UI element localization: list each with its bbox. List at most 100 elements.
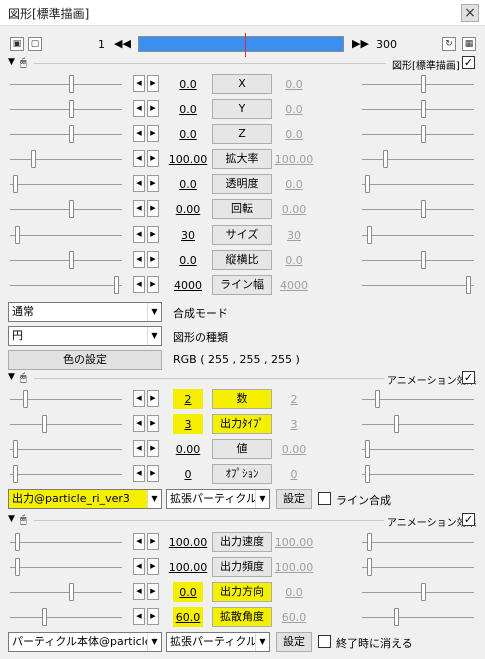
increment-button[interactable]: ▶ xyxy=(147,276,159,293)
section-enable-checkbox[interactable]: ✓ xyxy=(462,56,475,69)
decrement-button[interactable]: ◀ xyxy=(133,390,145,407)
end-value[interactable]: 0 xyxy=(274,468,314,481)
slider-track[interactable] xyxy=(10,134,122,135)
settings-button[interactable]: 設定 xyxy=(276,489,312,509)
start-value[interactable]: 0.00 xyxy=(166,203,210,216)
parameter-button[interactable]: 出力方向 xyxy=(212,582,272,602)
slider-track-end[interactable] xyxy=(362,617,474,618)
slider-thumb[interactable] xyxy=(42,415,47,433)
slider-thumb-end[interactable] xyxy=(466,276,471,294)
slider-thumb-end[interactable] xyxy=(421,75,426,93)
slider-thumb[interactable] xyxy=(31,150,36,168)
script-select-2[interactable]: パーティクル本体@particle_ ▼ xyxy=(8,632,162,652)
slider-thumb-end[interactable] xyxy=(421,125,426,143)
decrement-button[interactable]: ◀ xyxy=(133,200,145,217)
increment-button[interactable]: ▶ xyxy=(147,533,159,550)
slider-track[interactable] xyxy=(10,159,122,160)
start-value[interactable]: 100.00 xyxy=(166,153,210,166)
start-value[interactable]: 2 xyxy=(166,393,210,406)
slider-track-end[interactable] xyxy=(362,542,474,543)
parameter-button[interactable]: 回転 xyxy=(212,199,272,219)
slider-track-end[interactable] xyxy=(362,449,474,450)
end-value[interactable]: 30 xyxy=(274,229,314,242)
slider-thumb[interactable] xyxy=(69,100,74,118)
chevron-down-icon[interactable]: ▼ xyxy=(147,327,161,345)
start-value[interactable]: 4000 xyxy=(166,279,210,292)
refresh-icon[interactable]: ↻ xyxy=(442,37,456,51)
increment-button[interactable]: ▶ xyxy=(147,200,159,217)
end-value[interactable]: 0.0 xyxy=(274,78,314,91)
decrement-button[interactable]: ◀ xyxy=(133,608,145,625)
parameter-button[interactable]: 値 xyxy=(212,439,272,459)
decrement-button[interactable]: ◀ xyxy=(133,583,145,600)
parameter-button[interactable]: 出力頻度 xyxy=(212,557,272,577)
start-value[interactable]: 0.0 xyxy=(166,178,210,191)
slider-thumb-end[interactable] xyxy=(421,583,426,601)
next-frame-button[interactable]: ▶▶ xyxy=(352,37,369,50)
slider-thumb-end[interactable] xyxy=(367,226,372,244)
decrement-button[interactable]: ◀ xyxy=(133,100,145,117)
vanish-on-end-checkbox[interactable] xyxy=(318,635,331,648)
slider-thumb[interactable] xyxy=(13,440,18,458)
start-value[interactable]: 0.00 xyxy=(166,443,210,456)
slider-thumb[interactable] xyxy=(42,608,47,626)
end-value[interactable]: 3 xyxy=(274,418,314,431)
slider-track-end[interactable] xyxy=(362,285,474,286)
increment-button[interactable]: ▶ xyxy=(147,465,159,482)
slider-track-end[interactable] xyxy=(362,592,474,593)
slider-track-end[interactable] xyxy=(362,109,474,110)
end-value[interactable]: 100.00 xyxy=(274,536,314,549)
slider-thumb[interactable] xyxy=(15,558,20,576)
slider-thumb-end[interactable] xyxy=(367,558,372,576)
slider-thumb[interactable] xyxy=(69,125,74,143)
end-value[interactable]: 0.00 xyxy=(274,443,314,456)
slider-thumb[interactable] xyxy=(69,200,74,218)
close-button[interactable]: × xyxy=(461,4,479,22)
slider-thumb-end[interactable] xyxy=(394,415,399,433)
film-icon[interactable]: ▣ xyxy=(10,37,24,51)
start-value[interactable]: 0.0 xyxy=(166,586,210,599)
end-value[interactable]: 0.0 xyxy=(274,103,314,116)
slider-thumb-end[interactable] xyxy=(394,608,399,626)
slider-track[interactable] xyxy=(10,474,122,475)
slider-thumb-end[interactable] xyxy=(365,465,370,483)
slider-track[interactable] xyxy=(10,617,122,618)
decrement-button[interactable]: ◀ xyxy=(133,75,145,92)
slider-thumb[interactable] xyxy=(15,533,20,551)
slider-track[interactable] xyxy=(10,209,122,210)
decrement-button[interactable]: ◀ xyxy=(133,150,145,167)
increment-button[interactable]: ▶ xyxy=(147,390,159,407)
end-value[interactable]: 0.0 xyxy=(274,586,314,599)
end-value[interactable]: 2 xyxy=(274,393,314,406)
expand-triangle-icon[interactable]: ▼ xyxy=(8,514,15,524)
slider-thumb[interactable] xyxy=(69,583,74,601)
parameter-button[interactable]: ライン幅 xyxy=(212,275,272,295)
parameter-button[interactable]: 拡散角度 xyxy=(212,607,272,627)
effect-type-select[interactable]: 拡張パーティクル(▼ xyxy=(166,489,270,509)
slider-thumb[interactable] xyxy=(114,276,119,294)
parameter-button[interactable]: ｵﾌﾟｼｮﾝ xyxy=(212,464,272,484)
parameter-button[interactable]: 透明度 xyxy=(212,174,272,194)
slider-track-end[interactable] xyxy=(362,184,474,185)
slider-thumb[interactable] xyxy=(15,226,20,244)
slider-track-end[interactable] xyxy=(362,84,474,85)
screen-icon[interactable]: ▢ xyxy=(28,37,42,51)
decrement-button[interactable]: ◀ xyxy=(133,533,145,550)
end-value[interactable]: 0.00 xyxy=(274,203,314,216)
slider-thumb[interactable] xyxy=(23,390,28,408)
decrement-button[interactable]: ◀ xyxy=(133,125,145,142)
slider-track[interactable] xyxy=(10,184,122,185)
parameter-button[interactable]: 縦横比 xyxy=(212,250,272,270)
slider-track-end[interactable] xyxy=(362,567,474,568)
increment-button[interactable]: ▶ xyxy=(147,608,159,625)
end-value[interactable]: 100.00 xyxy=(274,153,314,166)
decrement-button[interactable]: ◀ xyxy=(133,558,145,575)
slider-track[interactable] xyxy=(10,424,122,425)
end-value[interactable]: 60.0 xyxy=(274,611,314,624)
timeline-cursor[interactable] xyxy=(245,33,246,57)
chevron-down-icon[interactable]: ▼ xyxy=(147,633,161,651)
expand-triangle-icon[interactable]: ▼ xyxy=(8,372,15,382)
increment-button[interactable]: ▶ xyxy=(147,251,159,268)
start-value[interactable]: 100.00 xyxy=(166,561,210,574)
slider-thumb-end[interactable] xyxy=(421,251,426,269)
